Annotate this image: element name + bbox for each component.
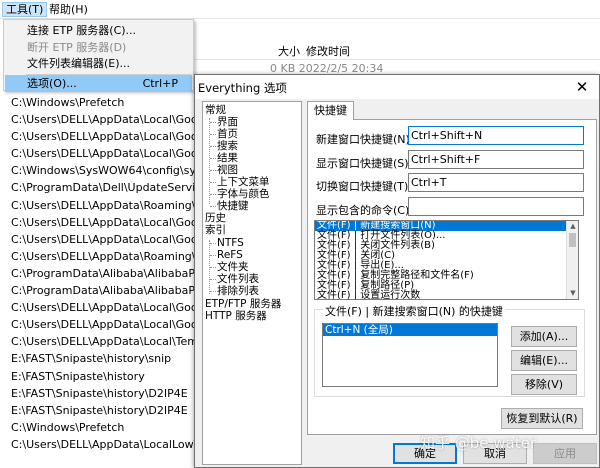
menu-tools[interactable]: 工具(T) [2, 2, 48, 17]
new-window-hotkey-label: 新建窗口快捷键(N): [316, 133, 414, 146]
file-list-row[interactable]: C:\Users\DELL\AppData\Local\Google [0, 231, 196, 248]
file-list-row[interactable]: C:\Windows\Prefetch [0, 94, 196, 111]
hotkey-group-label: 文件(F) | 新建搜索窗口(N) 的快捷键 [323, 303, 505, 319]
tree-node-context-menu[interactable]: 上下文菜单 [217, 176, 270, 188]
dialog-title: Everything 选项 [198, 81, 287, 95]
scroll-thumb[interactable] [569, 233, 576, 247]
hotkey-group: 文件(F) | 新建搜索窗口(N) 的快捷键 Ctrl+N (全局) 添加(A)… [314, 303, 585, 397]
menu-help[interactable]: 帮助(H) [46, 2, 91, 17]
tree-node-hotkeys[interactable]: 快捷键 [217, 200, 249, 212]
tree-node-view[interactable]: 视图 [217, 164, 238, 176]
edit-hotkey-button[interactable]: 编辑(E)... [511, 350, 577, 371]
show-commands-field[interactable] [408, 197, 584, 216]
watermark: 知乎 @be water [420, 434, 537, 452]
file-list-row[interactable]: C:\Windows\SysWOW64\config\syste [0, 162, 196, 179]
file-list-row[interactable]: C:\Users\DELL\AppData\Local\Google [0, 111, 196, 128]
tree-node-etp-ftp[interactable]: ETP/FTP 服务器 [205, 298, 281, 310]
file-list-row[interactable]: C:\ProgramData\Alibaba\AlibabaProte [0, 265, 196, 282]
menu-item-connect-etp[interactable]: 连接 ETP 服务器(C)... [5, 22, 192, 39]
tree-node-folders[interactable]: 文件夹 [217, 261, 249, 273]
menu-item-disconnect-etp: 断开 ETP 服务器(D) [27, 41, 127, 54]
toggle-window-hotkey-field[interactable]: Ctrl+T [408, 173, 584, 192]
file-list-row[interactable]: E:\FAST\Snipaste\history\snip [0, 350, 196, 367]
file-list-row[interactable]: E:\FAST\Snipaste\history\D2IP4E [0, 402, 196, 419]
tree-node-fonts-colors[interactable]: 字体与颜色 [217, 188, 270, 200]
tree-node-history[interactable]: 历史 [205, 212, 226, 224]
file-list-row[interactable]: C:\ProgramData\Dell\UpdateService\ [0, 179, 196, 196]
file-list-row[interactable]: C:\Users\DELL\AppData\Roaming\yuc [0, 248, 196, 265]
menu-item-options-shortcut: Ctrl+P [142, 77, 178, 90]
assigned-key-item[interactable]: Ctrl+N (全局) [323, 324, 497, 336]
tree-node-http[interactable]: HTTP 服务器 [205, 310, 267, 322]
options-dialog: Everything 选项 ✕ 常规 界面 首页 搜索 结果 视图 上下文菜单 … [194, 74, 600, 468]
tree-line [209, 118, 210, 204]
file-list-row[interactable]: E:\FAST\Snipaste\history [0, 368, 196, 385]
menu-item-options[interactable]: 选项(O)... Ctrl+P [5, 75, 192, 92]
tree-node-search[interactable]: 搜索 [217, 140, 238, 152]
scroll-down-icon[interactable]: ▼ [567, 288, 578, 299]
tree-node-file-lists[interactable]: 文件列表 [217, 273, 259, 285]
menu-item-options-label: 选项(O)... [27, 77, 77, 90]
file-list-row[interactable]: C:\Users\DELL\AppData\Local\Google [0, 128, 196, 145]
file-list-row[interactable]: C:\Users\DELL\AppData\Local\Google [0, 299, 196, 316]
hotkeys-panel: 新建窗口快捷键(N): Ctrl+Shift+N 显示窗口快捷键(S): Ctr… [307, 119, 597, 435]
tree-node-exclude-list[interactable]: 排除列表 [217, 285, 259, 297]
toggle-window-hotkey-label: 切换窗口快捷键(T): [316, 180, 413, 193]
tree-node-ntfs[interactable]: NTFS [217, 237, 244, 249]
column-size[interactable]: 大小 [278, 43, 300, 59]
close-icon[interactable]: ✕ [573, 78, 591, 96]
file-list-row[interactable]: C:\ProgramData\Alibaba\AlibabaProte [0, 282, 196, 299]
file-list-row[interactable]: E:\FAST\Snipaste\history\D2IP4E [0, 385, 196, 402]
dialog-titlebar: Everything 选项 ✕ [195, 75, 599, 99]
scroll-up-icon[interactable]: ▲ [567, 221, 578, 232]
tree-node-index[interactable]: 索引 [205, 224, 226, 236]
options-tree: 常规 界面 首页 搜索 结果 视图 上下文菜单 字体与颜色 快捷键 历史 索引 … [202, 101, 302, 465]
file-list-row[interactable]: C:\Users\DELL\AppData\Local\Temp [0, 333, 196, 350]
restore-default-button[interactable]: 恢复到默认(R) [501, 408, 583, 429]
file-list-row[interactable]: C:\Users\DELL\AppData\Local\Google [0, 316, 196, 333]
menubar: 工具(T) 帮助(H) [0, 0, 600, 19]
results-header: 大小 修改时间 [194, 40, 600, 60]
tree-node-general[interactable]: 常规 [205, 104, 226, 116]
file-list-row[interactable]: C:\Users\DELL\AppData\Local\Google [0, 145, 196, 162]
remove-hotkey-button[interactable]: 移除(V) [511, 374, 577, 395]
file-list: C:\Windows\Prefetch C:\Users\DELL\AppData… [0, 94, 196, 468]
apply-button: 应用 [533, 443, 597, 464]
command-list-scrollbar[interactable]: ▲ ▼ [566, 221, 578, 299]
show-window-hotkey-label: 显示窗口快捷键(S): [316, 157, 413, 170]
command-list-item[interactable]: 文件(F) | 设置运行次数 [315, 291, 578, 300]
file-list-row[interactable]: C:\Users\DELL\AppData\Local\Google [0, 214, 196, 231]
tree-node-home[interactable]: 首页 [217, 128, 238, 140]
tools-dropdown-menu: 连接 ETP 服务器(C)... 断开 ETP 服务器(D) 文件列表编辑器(E… [3, 19, 194, 92]
command-list[interactable]: 文件(F) | 新建搜索窗口(N) 文件(F) | 打开文件列表(O)... 文件(… [314, 220, 579, 300]
assigned-keys-list[interactable]: Ctrl+N (全局) [322, 323, 498, 387]
file-list-row[interactable]: C:\Users\DELL\AppData\LocalLow\Pal [0, 436, 196, 453]
show-commands-label: 显示包含的命令(C): [316, 204, 413, 217]
tree-node-results[interactable]: 结果 [217, 152, 238, 164]
file-list-row[interactable]: C:\Users\DELL\AppData\Roaming\Ter [0, 197, 196, 214]
hotkeys-tab-area: 快捷键 新建窗口快捷键(N): Ctrl+Shift+N 显示窗口快捷键(S):… [307, 101, 597, 435]
tree-node-ui[interactable]: 界面 [217, 116, 238, 128]
file-list-row[interactable]: C:\Windows\Prefetch [0, 419, 196, 436]
tab-hotkeys[interactable]: 快捷键 [307, 101, 354, 120]
menu-item-filelist-editor[interactable]: 文件列表编辑器(E)... [5, 55, 192, 72]
column-modified[interactable]: 修改时间 [306, 43, 350, 59]
new-window-hotkey-field[interactable]: Ctrl+Shift+N [408, 126, 584, 145]
add-hotkey-button[interactable]: 添加(A)... [511, 326, 577, 347]
show-window-hotkey-field[interactable]: Ctrl+Shift+F [408, 150, 584, 169]
tree-node-refs[interactable]: ReFS [217, 249, 243, 261]
